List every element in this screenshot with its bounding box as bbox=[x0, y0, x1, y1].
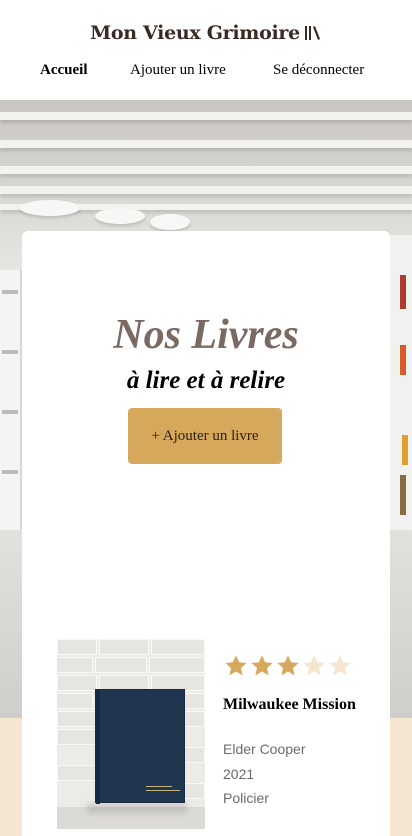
books-icon bbox=[304, 26, 320, 40]
nav-add-book[interactable]: Ajouter un livre bbox=[130, 62, 226, 79]
add-book-button[interactable]: + Ajouter un livre bbox=[128, 408, 282, 464]
main-card: Nos Livres à lire et à relire + Ajouter … bbox=[22, 231, 390, 836]
nav-logout[interactable]: Se déconnecter bbox=[273, 62, 364, 79]
book-year: 2021 bbox=[223, 766, 255, 782]
star-filled-icon bbox=[225, 655, 247, 676]
book-title[interactable]: Milwaukee Mission bbox=[223, 696, 363, 713]
page-subtitle: à lire et à relire bbox=[126, 367, 286, 394]
book-rating bbox=[223, 653, 353, 679]
nav-home[interactable]: Accueil bbox=[40, 62, 87, 79]
star-empty-icon bbox=[329, 655, 351, 676]
main-nav: Accueil Ajouter un livre Se déconnecter bbox=[0, 62, 412, 84]
star-filled-icon bbox=[251, 655, 273, 676]
logo-text: Mon Vieux Grimoire bbox=[90, 22, 300, 44]
star-filled-icon bbox=[277, 655, 299, 676]
book-author: Elder Cooper bbox=[223, 741, 306, 757]
site-logo[interactable]: Mon Vieux Grimoire bbox=[0, 18, 412, 48]
book-cover-image[interactable] bbox=[57, 639, 205, 829]
page-title: Nos Livres bbox=[113, 312, 299, 358]
star-empty-icon bbox=[303, 655, 325, 676]
book-genre: Policier bbox=[223, 790, 269, 806]
site-header: Mon Vieux Grimoire Accueil Ajouter un li… bbox=[0, 0, 412, 100]
